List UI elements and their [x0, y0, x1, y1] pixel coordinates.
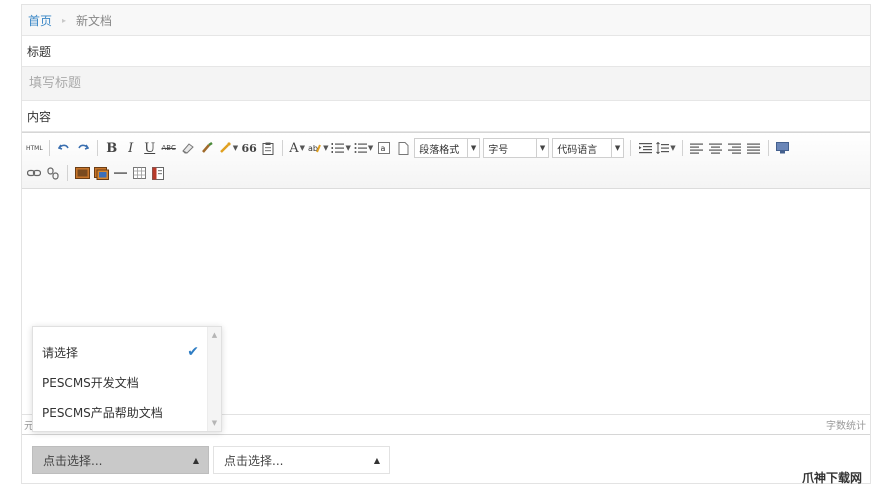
category-select-primary[interactable]: 点击选择... ▲	[32, 446, 209, 474]
italic-icon[interactable]: I	[123, 138, 139, 158]
breadcrumb-home-link[interactable]: 首页	[28, 12, 52, 29]
dropdown-option-label: PESCMS产品帮助文档	[42, 405, 163, 420]
category-select-group: 点击选择... ▲ 点击选择... ▲	[32, 446, 390, 474]
scroll-down-icon[interactable]: ▼	[212, 419, 217, 427]
font-size-select[interactable]: 字号 ▼	[483, 138, 550, 158]
dropdown-option-help-docs[interactable]: PESCMS产品帮助文档	[33, 397, 207, 427]
highlight-color-icon[interactable]: ab ▼	[308, 138, 328, 158]
svg-text:a: a	[381, 144, 386, 153]
dropdown-options-list: 请选择 ✔ PESCMS开发文档 PESCMS产品帮助文档	[33, 337, 207, 427]
chevron-down-icon: ▼	[466, 139, 476, 157]
template-icon[interactable]	[150, 163, 166, 183]
paragraph-format-value: 段落格式	[419, 144, 460, 156]
align-justify-icon[interactable]	[746, 138, 762, 158]
blockquote-button[interactable]: 66	[241, 138, 257, 158]
align-left-icon[interactable]	[689, 138, 705, 158]
fullscreen-icon[interactable]	[775, 138, 791, 158]
strikethrough-icon[interactable]: ABC	[161, 138, 177, 158]
toolbar-divider	[681, 140, 683, 156]
caret-up-icon: ▲	[192, 455, 199, 465]
dropdown-option-dev-docs[interactable]: PESCMS开发文档	[33, 367, 207, 397]
underline-icon[interactable]: U	[142, 138, 158, 158]
editor-toolbar: HTML B I U ABC ▼ 66 A ▼ ab ▼ ▼ ▼ a 段落格式 …	[22, 133, 870, 189]
bold-icon[interactable]: B	[104, 138, 120, 158]
code-language-value: 代码语言	[557, 144, 598, 156]
redo-icon[interactable]	[75, 138, 91, 158]
check-icon: ✔	[187, 344, 199, 360]
caret-up-icon: ▲	[373, 455, 380, 465]
breadcrumb-separator-icon: ▸	[62, 15, 67, 25]
code-language-select[interactable]: 代码语言 ▼	[552, 138, 625, 158]
undo-icon[interactable]	[56, 138, 72, 158]
chevron-down-icon: ▼	[535, 139, 545, 157]
title-input[interactable]	[22, 67, 870, 101]
dropdown-option-label: PESCMS开发文档	[42, 375, 139, 390]
anchor-icon[interactable]: a	[376, 138, 392, 158]
title-label: 标题	[22, 36, 870, 67]
link-icon[interactable]	[26, 163, 42, 183]
category-select-primary-label: 点击选择...	[43, 453, 103, 468]
ordered-list-icon[interactable]: ▼	[331, 138, 351, 158]
chevron-down-icon: ▼	[610, 139, 620, 157]
toolbar-divider	[767, 140, 769, 156]
dropdown-option-please-select[interactable]: 请选择 ✔	[33, 337, 207, 367]
multi-image-icon[interactable]	[93, 163, 109, 183]
breadcrumb-current: 新文档	[76, 13, 113, 28]
dropdown-option-label: 请选择	[42, 345, 79, 360]
align-right-icon[interactable]	[727, 138, 743, 158]
line-height-icon[interactable]: ▼	[656, 138, 676, 158]
toolbar-divider	[282, 140, 284, 156]
toolbar-divider	[48, 140, 50, 156]
paste-plain-icon[interactable]	[260, 138, 276, 158]
content-label: 内容	[22, 101, 870, 132]
toolbar-divider	[630, 140, 632, 156]
font-color-button[interactable]: A ▼	[289, 138, 305, 158]
word-count-label: 字数统计	[826, 421, 866, 432]
unordered-list-icon[interactable]: ▼	[354, 138, 373, 158]
category-select-secondary-label: 点击选择...	[224, 453, 284, 468]
toolbar-row-1: HTML B I U ABC ▼ 66 A ▼ ab ▼ ▼ ▼ a 段落格式 …	[26, 136, 791, 160]
horizontal-rule-icon[interactable]	[112, 163, 128, 183]
indent-icon[interactable]	[637, 138, 653, 158]
blank-page-icon[interactable]	[395, 138, 411, 158]
toolbar-row-2	[26, 161, 166, 185]
toolbar-divider	[67, 165, 68, 181]
category-select-secondary[interactable]: 点击选择... ▲	[213, 446, 390, 474]
font-size-value: 字号	[488, 144, 509, 156]
table-icon[interactable]	[131, 163, 147, 183]
format-brush-icon[interactable]	[199, 138, 215, 158]
paragraph-format-select[interactable]: 段落格式 ▼	[414, 138, 481, 158]
toolbar-divider	[96, 140, 98, 156]
watermark-logo: 爪神下载网	[801, 471, 862, 485]
scroll-up-icon[interactable]: ▲	[212, 331, 217, 339]
align-center-icon[interactable]	[708, 138, 724, 158]
auto-format-icon[interactable]: ▼	[218, 138, 238, 158]
category-dropdown-menu: 请选择 ✔ PESCMS开发文档 PESCMS产品帮助文档 ▲ ▼	[32, 326, 222, 432]
dropdown-scrollbar[interactable]: ▲ ▼	[207, 327, 221, 431]
eraser-icon[interactable]	[180, 138, 196, 158]
image-icon[interactable]	[74, 163, 90, 183]
breadcrumb: 首页 ▸ 新文档	[22, 5, 870, 36]
html-source-button[interactable]: HTML	[26, 138, 43, 158]
font-color-label: A	[289, 140, 299, 156]
unlink-icon[interactable]	[45, 163, 61, 183]
